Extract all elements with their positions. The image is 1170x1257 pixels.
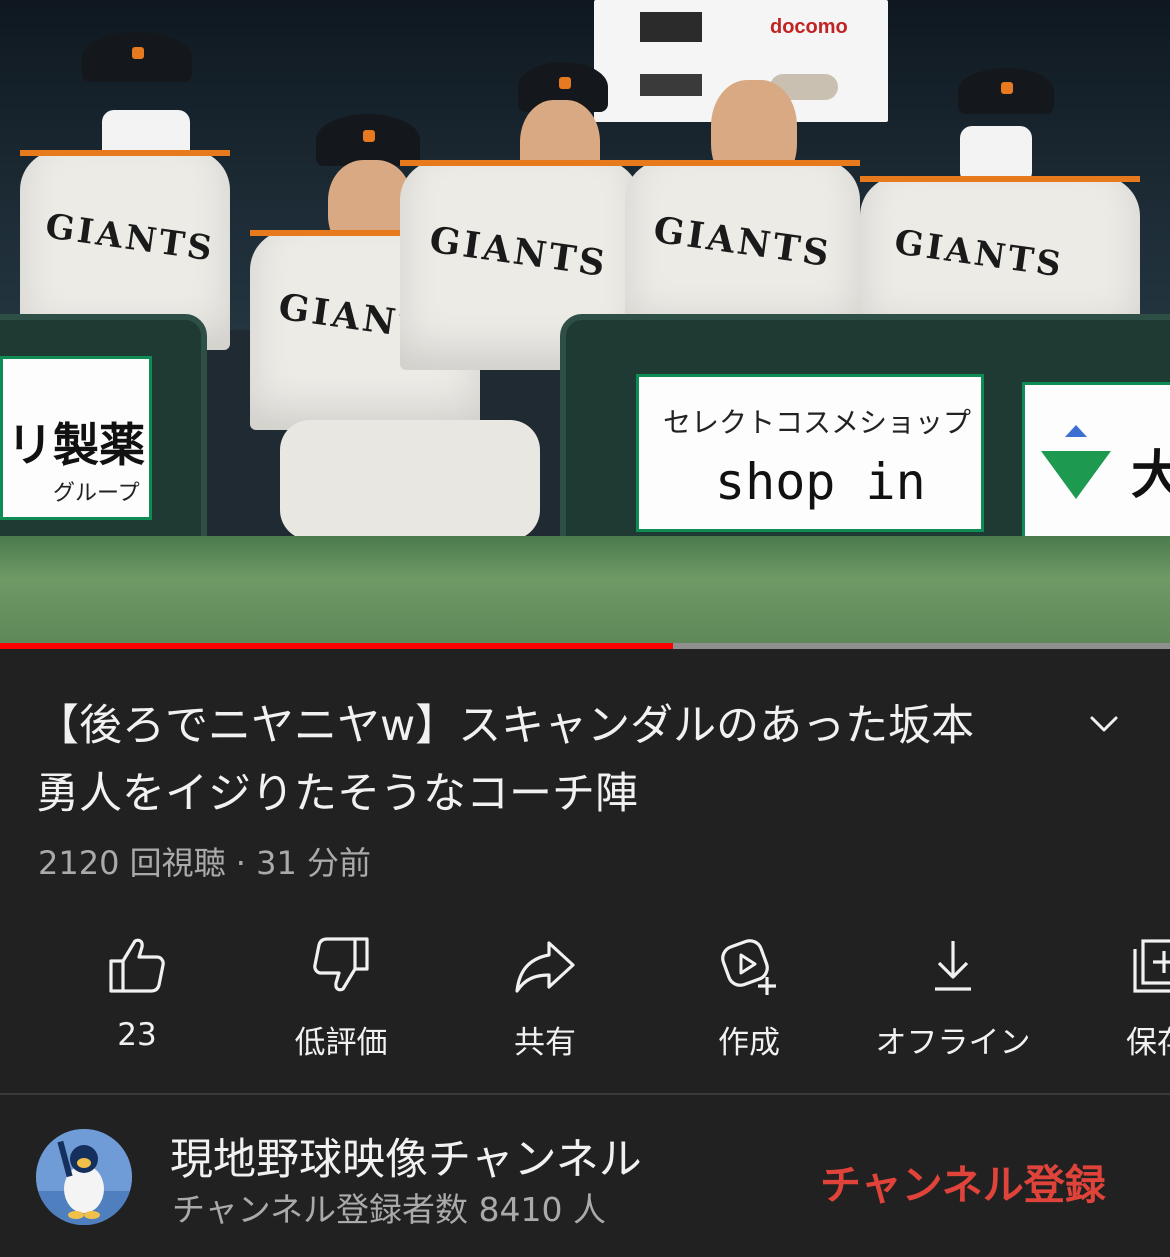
like-button[interactable]: 23 xyxy=(52,925,222,1065)
thumbs-down-icon xyxy=(313,937,369,992)
share-icon xyxy=(515,941,575,993)
chevron-down-icon[interactable] xyxy=(1084,704,1124,744)
save-label: 保存 xyxy=(1126,1025,1170,1061)
video-meta: 2120 回視聴 · 31 分前 xyxy=(38,838,371,884)
like-count: 23 xyxy=(117,1017,157,1053)
video-ad-board-right: 大 xyxy=(1022,382,1170,540)
video-turf xyxy=(0,536,1170,643)
video-ad-board-left: リ製薬 グループ xyxy=(0,356,152,520)
avatar[interactable] xyxy=(36,1129,132,1225)
video-title: 【後ろでニヤニヤw】スキャンダルのあった坂本勇人をイジりたそうなコーチ陣 xyxy=(36,701,975,819)
action-bar: 23 低評価 共有 作成 オフライン 保 xyxy=(0,925,1170,1065)
view-count: 2120 回視聴 xyxy=(38,844,226,882)
thumbs-up-icon xyxy=(109,938,165,993)
share-label: 共有 xyxy=(514,1025,576,1061)
dislike-button[interactable]: 低評価 xyxy=(256,925,426,1065)
video-title-block[interactable]: 【後ろでニヤニヤw】スキャンダルのあった坂本勇人をイジりたそうなコーチ陣 xyxy=(36,692,1016,828)
channel-name[interactable]: 現地野球映像チャンネル xyxy=(170,1125,642,1187)
video-player-figure-5: GIANTS xyxy=(860,66,1150,346)
create-label: 作成 xyxy=(718,1025,780,1061)
offline-label: オフライン xyxy=(875,1025,1031,1061)
save-icon xyxy=(1133,939,1170,993)
video-ad-logo-icon xyxy=(1041,425,1111,499)
channel-avatar-image xyxy=(36,1129,132,1225)
offline-button[interactable]: オフライン xyxy=(868,925,1038,1065)
video-player-figure-1: GIANTS xyxy=(20,30,240,350)
subscribe-button[interactable]: チャンネル登録 xyxy=(820,1151,1106,1211)
video-ad-board-center: セレクトコスメショップ shop in xyxy=(636,374,984,532)
channel-row: 現地野球映像チャンネル チャンネル登録者数 8410 人 チャンネル登録 xyxy=(0,1095,1170,1257)
video-player[interactable]: docomo GIANTS GIANTS GIANTS GIANTS GIANT… xyxy=(0,0,1170,643)
create-button[interactable]: 作成 xyxy=(664,925,834,1065)
dislike-label: 低評価 xyxy=(294,1025,388,1061)
youtube-watch-page: docomo GIANTS GIANTS GIANTS GIANTS GIANT… xyxy=(0,0,1170,1257)
download-icon xyxy=(935,941,971,991)
video-progress-fill xyxy=(0,643,673,649)
save-button[interactable]: 保存 xyxy=(1072,925,1170,1065)
share-button[interactable]: 共有 xyxy=(460,925,630,1065)
video-player-figure-4: GIANTS xyxy=(625,60,865,340)
video-progress-bar[interactable] xyxy=(0,643,1170,649)
subscriber-count: チャンネル登録者数 8410 人 xyxy=(172,1190,606,1229)
published-time: 31 分前 xyxy=(256,844,372,882)
create-icon xyxy=(721,939,776,995)
meta-separator: · xyxy=(235,844,246,882)
